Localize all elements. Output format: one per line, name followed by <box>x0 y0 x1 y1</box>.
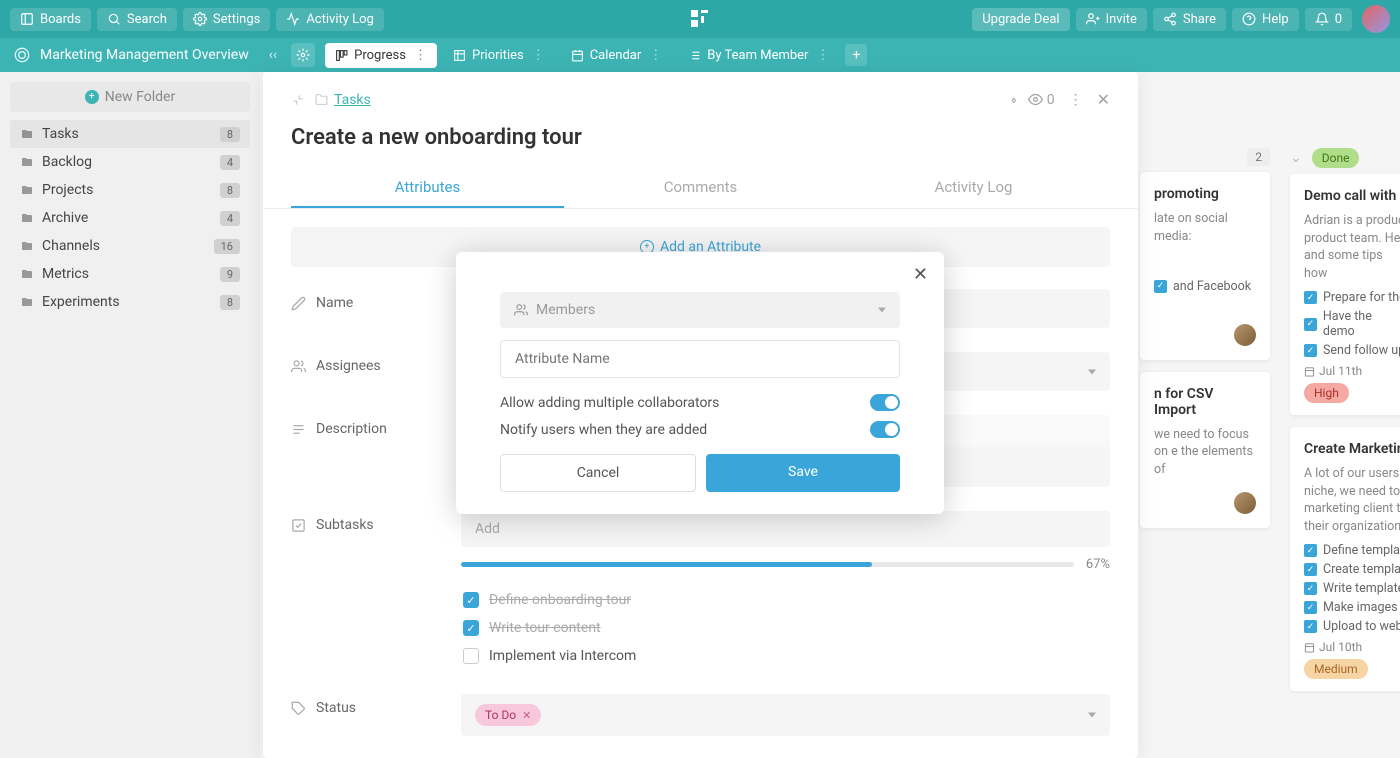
save-button[interactable]: Save <box>706 454 900 492</box>
cancel-button[interactable]: Cancel <box>500 454 696 492</box>
modal-close-button[interactable]: ✕ <box>913 264 928 285</box>
toggle-multi[interactable] <box>870 394 900 411</box>
users-icon <box>514 303 528 317</box>
attribute-name-input[interactable] <box>500 340 900 378</box>
attribute-modal: ✕ Members Allow adding multiple collabor… <box>456 252 944 514</box>
option-notify-label: Notify users when they are added <box>500 422 707 438</box>
option-multi-label: Allow adding multiple collaborators <box>500 395 719 411</box>
attribute-type-select[interactable]: Members <box>500 292 900 328</box>
toggle-notify[interactable] <box>870 421 900 438</box>
modal-overlay: ✕ Members Allow adding multiple collabor… <box>0 0 1400 758</box>
